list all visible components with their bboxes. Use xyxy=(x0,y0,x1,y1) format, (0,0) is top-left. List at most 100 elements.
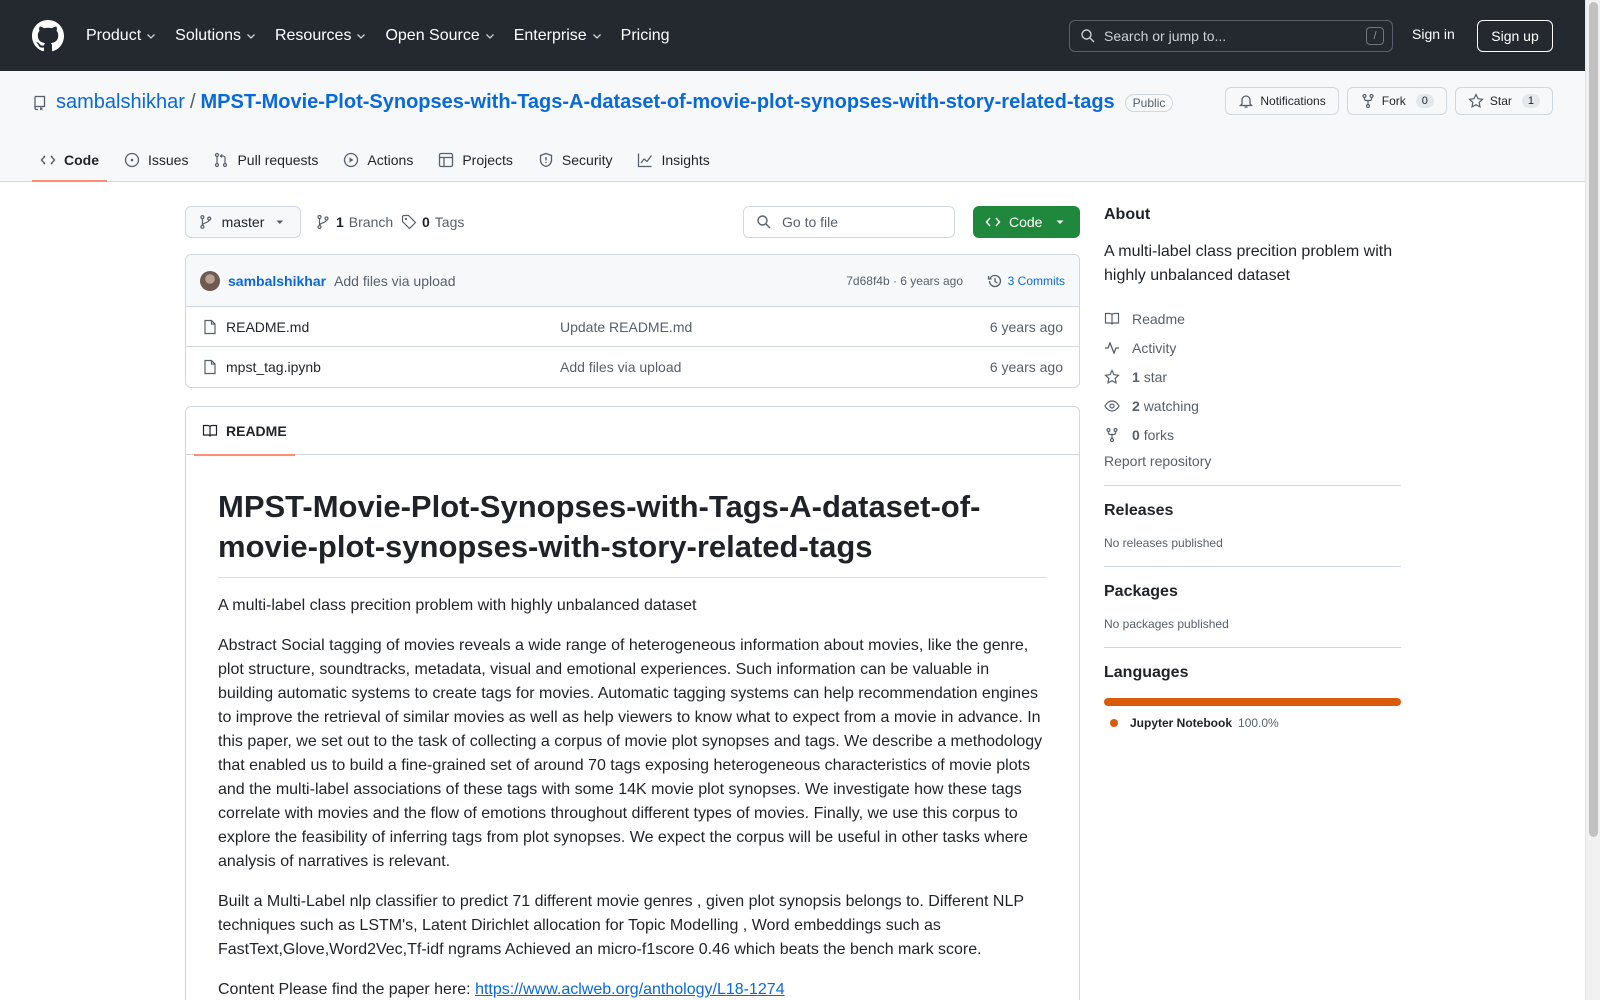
tab-pull-requests[interactable]: Pull requests xyxy=(205,137,326,182)
tab-issues[interactable]: Issues xyxy=(116,137,196,182)
chevron-down-icon xyxy=(357,33,366,39)
history-icon xyxy=(987,274,1001,287)
repo-actions: Notifications Fork 0 Star 1 xyxy=(1225,87,1553,115)
branch-name: master xyxy=(221,214,265,230)
branches-link[interactable]: 1 Branch xyxy=(315,214,393,230)
tab-insights[interactable]: Insights xyxy=(629,137,717,182)
branch-icon xyxy=(200,215,212,229)
nav-resources-label: Resources xyxy=(274,26,352,44)
file-list: sambalshikhar Add files via upload 7d68f… xyxy=(185,254,1080,388)
nav-resources[interactable]: Resources xyxy=(275,27,367,45)
chevron-down-icon xyxy=(247,33,255,39)
repo-owner-link[interactable]: sambalshikhar xyxy=(56,91,185,114)
code-button[interactable]: Code xyxy=(973,206,1080,238)
repo-title: sambalshikhar / MPST-Movie-Plot-Synopses… xyxy=(32,91,1174,114)
github-logo-icon[interactable] xyxy=(32,19,64,52)
table-row[interactable]: README.md Update README.md 6 years ago xyxy=(186,307,1079,347)
sidebar-item-forks[interactable]: 0 forks xyxy=(1104,420,1401,449)
search-icon xyxy=(1081,29,1095,43)
tab-projects[interactable]: Projects xyxy=(430,137,521,182)
notifications-button[interactable]: Notifications xyxy=(1225,87,1339,115)
table-row[interactable]: mpst_tag.ipynb Add files via upload 6 ye… xyxy=(186,347,1079,387)
nav-enterprise[interactable]: Enterprise xyxy=(514,27,603,45)
nav-solutions[interactable]: Solutions xyxy=(175,27,257,45)
file-name[interactable]: mpst_tag.ipynb xyxy=(226,359,321,375)
nav-open-source-label: Open Source xyxy=(385,26,480,44)
page-scrollbar[interactable] xyxy=(1585,0,1600,1000)
nav-product-label: Product xyxy=(86,26,142,44)
star-label: Star xyxy=(1489,94,1512,108)
sidebar-item-watching[interactable]: 2 watching xyxy=(1104,391,1401,420)
releases-heading[interactable]: Releases xyxy=(1104,502,1401,520)
caret-down-icon xyxy=(276,220,284,224)
readme-tab-label: README xyxy=(226,423,287,439)
fork-button[interactable]: Fork 0 xyxy=(1346,87,1447,115)
sidebar: About A multi-label class precition prob… xyxy=(1104,206,1401,730)
search-input[interactable]: Search or jump to... / xyxy=(1069,20,1393,52)
fork-icon xyxy=(1106,427,1118,442)
tab-security[interactable]: Security xyxy=(530,137,621,182)
divider xyxy=(1104,566,1401,567)
top-nav: Product Solutions Resources Open Source … xyxy=(86,27,688,45)
scrollbar-thumb[interactable] xyxy=(1589,2,1598,837)
avatar[interactable] xyxy=(200,270,220,291)
main-content: master 1 Branch 0 Tags Go to file Code s… xyxy=(185,206,1080,1000)
table-icon xyxy=(439,152,454,167)
tags-link[interactable]: 0 Tags xyxy=(401,214,464,230)
branch-select-button[interactable]: master xyxy=(185,206,301,238)
stars-label: star xyxy=(1143,368,1168,385)
readme-tab[interactable]: README xyxy=(194,407,295,456)
file-commit-message[interactable]: Add files via upload xyxy=(560,359,681,375)
commit-message[interactable]: Add files via upload xyxy=(334,273,455,289)
tab-issues-label: Issues xyxy=(148,151,189,168)
packages-heading[interactable]: Packages xyxy=(1104,583,1401,601)
commits-link[interactable]: 3 Commits xyxy=(987,273,1065,289)
graph-icon xyxy=(638,153,653,167)
languages-heading: Languages xyxy=(1104,664,1189,681)
sign-in-link[interactable]: Sign in xyxy=(1412,26,1455,42)
readme-paragraph: A multi-label class precition problem wi… xyxy=(218,597,697,614)
repo-icon xyxy=(34,95,46,110)
file-name[interactable]: README.md xyxy=(226,319,309,335)
report-repository-link[interactable]: Report repository xyxy=(1104,453,1401,469)
repo-name-link[interactable]: MPST-Movie-Plot-Synopses-with-Tags-A-dat… xyxy=(201,91,1115,114)
search-icon xyxy=(757,215,771,229)
go-to-file-input[interactable]: Go to file xyxy=(743,206,955,238)
notifications-label: Notifications xyxy=(1260,94,1326,108)
nav-open-source[interactable]: Open Source xyxy=(385,27,495,45)
code-icon xyxy=(40,155,56,164)
branch-icon xyxy=(317,214,329,230)
star-icon xyxy=(1104,368,1120,384)
paper-link[interactable]: https://www.aclweb.org/anthology/L18-127… xyxy=(475,981,785,998)
commit-sha-age[interactable]: 7d68f4b · 6 years ago xyxy=(846,274,963,288)
nav-pricing[interactable]: Pricing xyxy=(621,27,670,45)
fork-label: Fork xyxy=(1381,94,1406,108)
repo-separator: / xyxy=(189,91,196,113)
language-name: Jupyter Notebook xyxy=(1130,716,1233,730)
star-count: 1 xyxy=(1521,94,1540,108)
fork-count: 0 xyxy=(1415,94,1434,108)
readme-paragraph: Content Please find the paper here: http… xyxy=(218,978,1047,1000)
sidebar-item-readme[interactable]: Readme xyxy=(1104,304,1401,333)
sidebar-item-stars[interactable]: 1 star xyxy=(1104,362,1401,391)
sidebar-item-label: 0 forks xyxy=(1132,427,1174,443)
sidebar-item-activity[interactable]: Activity xyxy=(1104,333,1401,362)
file-age: 6 years ago xyxy=(989,359,1063,375)
readme-paper-prefix: Content Please find the paper here: xyxy=(218,981,476,998)
language-color-dot xyxy=(1110,719,1118,727)
language-item[interactable]: Jupyter Notebook 100.0% xyxy=(1104,716,1401,730)
commit-author[interactable]: sambalshikhar xyxy=(228,273,326,289)
tag-icon xyxy=(401,214,417,230)
about-description: A multi-label class precition problem wi… xyxy=(1104,243,1393,284)
tab-code[interactable]: Code xyxy=(32,137,107,182)
nav-product[interactable]: Product xyxy=(86,27,157,45)
star-button[interactable]: Star 1 xyxy=(1454,87,1553,115)
tab-actions[interactable]: Actions xyxy=(335,137,421,182)
sign-up-button[interactable]: Sign up xyxy=(1477,20,1553,52)
tag-count-label: Tags xyxy=(434,214,465,230)
language-bar xyxy=(1104,698,1401,706)
play-icon xyxy=(344,152,359,167)
file-commit-message[interactable]: Update README.md xyxy=(560,319,692,335)
sidebar-item-label: 2 watching xyxy=(1132,398,1199,414)
about-heading: About xyxy=(1104,206,1151,223)
